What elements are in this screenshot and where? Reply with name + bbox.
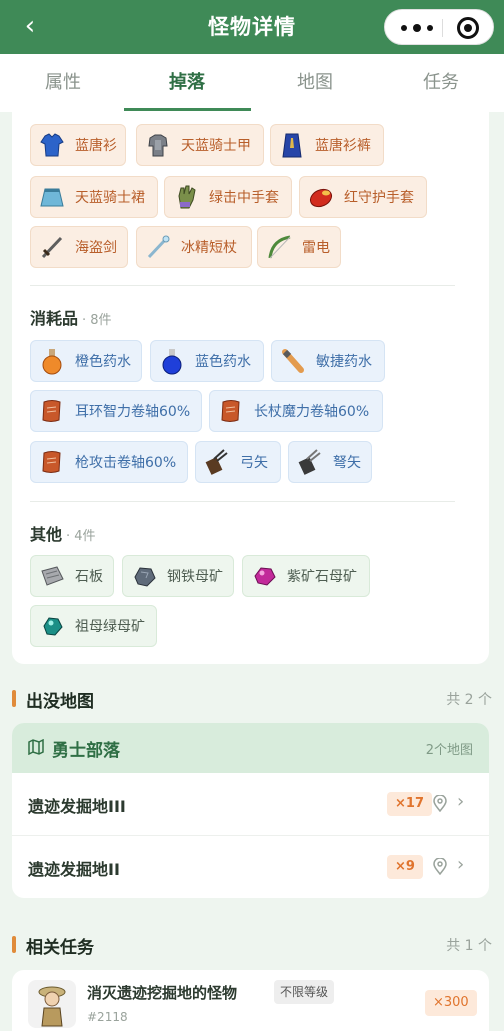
more-icon[interactable] — [401, 10, 433, 46]
map-name: 遗迹发掘地II — [28, 860, 120, 879]
chevron-right-icon[interactable]: › — [457, 854, 464, 875]
tab-quests[interactable]: 任务 — [378, 54, 504, 112]
bow-icon — [264, 232, 294, 262]
drops-card: 蓝唐衫 天蓝骑士甲 蓝唐衫裤 天蓝骑士裙 绿击中手套 红守护手套 海盗剑 冰精短… — [12, 112, 489, 664]
drop-item[interactable]: 长杖魔力卷轴60% — [209, 390, 383, 432]
drop-item[interactable]: 蓝色药水 — [150, 340, 264, 382]
drop-item[interactable]: 冰精短杖 — [136, 226, 252, 268]
level-tag: 不限等级 — [274, 980, 335, 1004]
section-divider — [30, 285, 455, 286]
spawn-count-badge: ×9 — [387, 855, 423, 879]
map-group-header[interactable]: 勇士部落 2个地图 — [12, 723, 489, 773]
task-name: 消灭遗迹挖掘地的怪物 — [87, 984, 238, 1002]
tab-maps[interactable]: 地图 — [252, 54, 378, 112]
blue-shirt-icon — [37, 130, 67, 160]
section-divider — [30, 501, 455, 502]
drop-item[interactable]: 蓝唐衫裤 — [270, 124, 384, 166]
top-bar: ‹ 怪物详情 — [0, 0, 504, 54]
drop-item[interactable]: 钢铁母矿 — [122, 555, 234, 597]
tasks-total: 共 1 个 — [446, 938, 492, 954]
drop-item[interactable]: 耳环智力卷轴60% — [30, 390, 202, 432]
drop-item[interactable]: 枪攻击卷轴60% — [30, 441, 188, 483]
capsule-divider — [442, 19, 443, 37]
map-group-count: 2个地图 — [425, 743, 473, 758]
close-target-icon[interactable] — [457, 17, 479, 39]
steel-ore-icon — [129, 561, 159, 591]
location-pin-icon[interactable] — [433, 858, 447, 875]
tasks-section-title: 相关任务 — [26, 938, 94, 958]
tab-attributes[interactable]: 属性 — [0, 54, 126, 112]
task-id: #2118 — [87, 1010, 128, 1024]
others-heading: 其他 · 4件 — [30, 525, 96, 544]
drop-item[interactable]: 天蓝骑士裙 — [30, 176, 158, 218]
drop-item[interactable]: 弓矢 — [195, 441, 281, 483]
map-row[interactable]: 遗迹发掘地III ×17 › — [12, 773, 489, 835]
skirt-icon — [37, 182, 67, 212]
consumables-heading: 消耗品 · 8件 — [30, 309, 112, 328]
purple-ore-icon — [249, 561, 279, 591]
tab-bar: 属性 掉落 地图 任务 — [0, 54, 504, 112]
arrows-icon — [202, 447, 232, 477]
maps-section-header: 出没地图 共 2 个 — [12, 683, 492, 713]
map-icon — [28, 738, 44, 759]
maps-total: 共 2 个 — [446, 692, 492, 708]
drop-item[interactable]: 石板 — [30, 555, 114, 597]
map-group-name: 勇士部落 — [52, 741, 120, 761]
emerald-ore-icon — [37, 611, 67, 641]
drop-item[interactable]: 蓝唐衫 — [30, 124, 126, 166]
location-pin-icon[interactable] — [433, 795, 447, 812]
task-card[interactable]: 消灭遗迹挖掘地的怪物 不限等级 #2118 ×300 — [12, 970, 489, 1031]
sword-icon — [37, 232, 67, 262]
reward-badge: ×300 — [425, 990, 477, 1016]
tasks-section-header: 相关任务 共 1 个 — [12, 929, 492, 959]
orange-potion-icon — [37, 346, 67, 376]
drop-item[interactable]: 天蓝骑士甲 — [136, 124, 264, 166]
drop-item[interactable]: 红守护手套 — [299, 176, 427, 218]
stone-tablet-icon — [37, 561, 67, 591]
drop-item[interactable]: 弩矢 — [288, 441, 372, 483]
green-glove-icon — [171, 182, 201, 212]
map-row[interactable]: 遗迹发掘地II ×9 › — [12, 836, 489, 898]
spawn-count-badge: ×17 — [387, 792, 432, 816]
mini-program-capsule — [384, 9, 494, 45]
drop-item[interactable]: 橙色药水 — [30, 340, 142, 382]
active-tab-indicator — [124, 108, 251, 111]
map-name: 遗迹发掘地III — [28, 797, 126, 816]
maps-card: 勇士部落 2个地图 遗迹发掘地III ×17 › 遗迹发掘地II ×9 › — [12, 723, 489, 898]
chevron-right-icon[interactable]: › — [457, 791, 464, 812]
npc-avatar — [28, 980, 76, 1028]
section-accent-bar — [12, 690, 16, 707]
scroll-icon — [216, 396, 246, 426]
drop-item[interactable]: 敏捷药水 — [271, 340, 385, 382]
drop-item[interactable]: 绿击中手套 — [164, 176, 292, 218]
drop-item[interactable]: 紫矿石母矿 — [242, 555, 370, 597]
blue-potion-icon — [157, 346, 187, 376]
armor-icon — [143, 130, 173, 160]
scroll-icon — [37, 447, 67, 477]
drop-item[interactable]: 雷电 — [257, 226, 341, 268]
section-accent-bar — [12, 936, 16, 953]
red-glove-icon — [306, 182, 336, 212]
wand-icon — [143, 232, 173, 262]
tab-drops[interactable]: 掉落 — [124, 54, 250, 112]
agility-potion-icon — [278, 346, 308, 376]
blue-robe-icon — [277, 130, 307, 160]
maps-section-title: 出没地图 — [26, 692, 94, 712]
scroll-icon — [37, 396, 67, 426]
drop-item[interactable]: 海盗剑 — [30, 226, 128, 268]
drop-item[interactable]: 祖母绿母矿 — [30, 605, 157, 647]
bolts-icon — [295, 447, 325, 477]
